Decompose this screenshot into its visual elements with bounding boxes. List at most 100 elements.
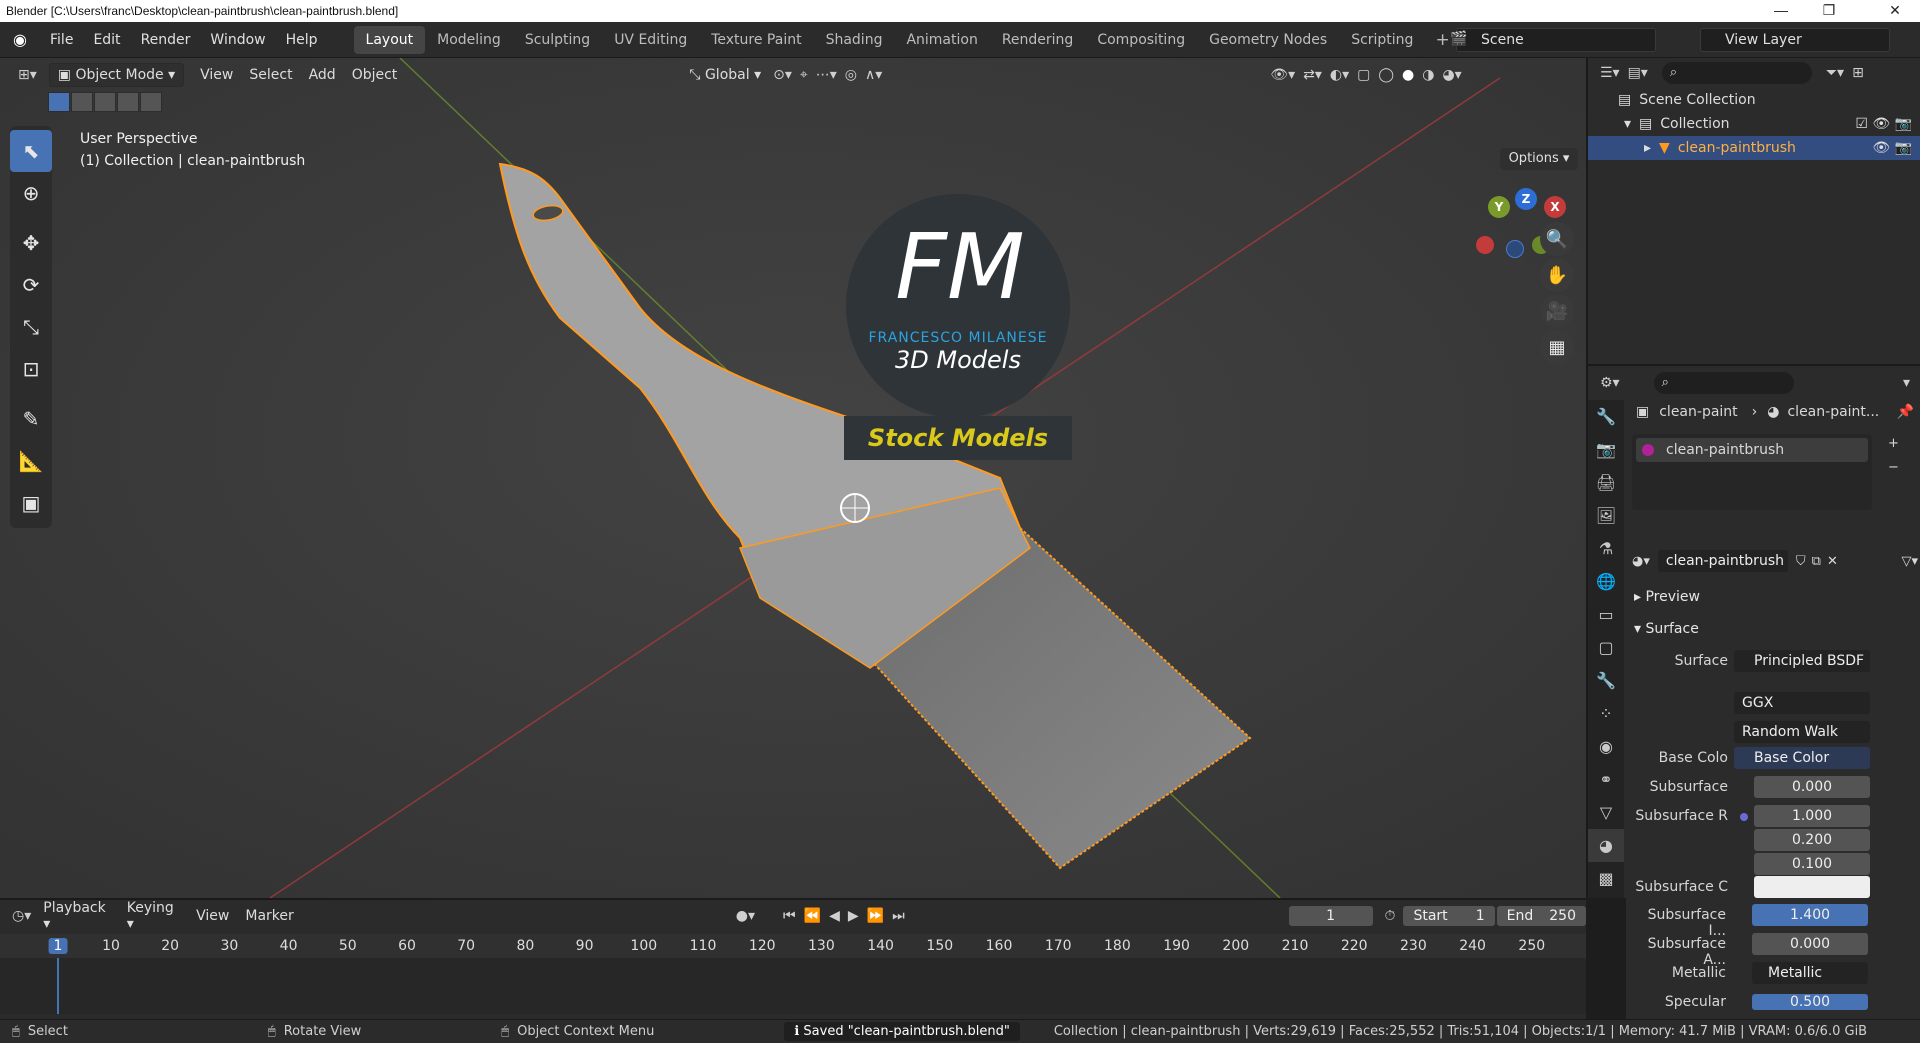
select-extend-icon[interactable] <box>71 92 93 112</box>
view-layer-selector[interactable]: View Layer <box>1700 28 1890 52</box>
snap-increment-icon[interactable]: ⋯▾ <box>812 67 841 83</box>
visibility-icon[interactable]: 👁▾ <box>1266 67 1299 83</box>
menu-select[interactable]: Select <box>241 64 300 86</box>
object-tab-icon[interactable]: ▢ <box>1588 631 1624 664</box>
proportional-edit-icon[interactable]: ◎ <box>841 67 861 83</box>
duplicate-material-icon[interactable]: ⧉ <box>1812 554 1821 569</box>
timeline-ruler[interactable]: 1 10 20 30 40 50 60 70 80 90 100 110 120 130 140 150 160… <box>0 934 1586 958</box>
gizmo-z-axis[interactable]: Z <box>1515 188 1537 210</box>
gizmo-neg-x[interactable] <box>1476 236 1494 254</box>
material-shading-icon[interactable]: ◑ <box>1418 67 1438 83</box>
scene-tab-icon[interactable]: ⚗ <box>1588 532 1624 565</box>
menu-view[interactable]: View <box>192 64 241 86</box>
specular-field[interactable]: 0.500 <box>1752 994 1868 1010</box>
tab-animation[interactable]: Animation <box>894 26 989 54</box>
object-visibility-icon[interactable]: 👁 📷 <box>1872 140 1912 156</box>
filter-icon[interactable]: ⏷▾ <box>1822 65 1848 81</box>
collection-checkbox-icon[interactable]: ☑ 👁 📷 <box>1855 116 1912 132</box>
tab-scripting[interactable]: Scripting <box>1339 26 1425 54</box>
physics-tab-icon[interactable]: ◉ <box>1588 730 1624 763</box>
camera-view-icon[interactable]: 🎥 <box>1540 294 1574 328</box>
jump-end-icon[interactable]: ⏭ <box>888 908 909 924</box>
outliner-editor-icon[interactable]: ☰▾ <box>1596 65 1624 81</box>
material-slot-item[interactable]: clean-paintbrush <box>1636 438 1868 462</box>
material-browse-icon[interactable]: ◕▾ <box>1632 554 1650 569</box>
minimize-button[interactable]: — <box>1758 0 1804 22</box>
subsurface-radius-z[interactable]: 0.100 <box>1754 853 1870 875</box>
jump-start-icon[interactable]: ⏮ <box>779 908 800 924</box>
xray-icon[interactable]: ▢ <box>1353 67 1374 83</box>
add-slot-icon[interactable]: + <box>1888 436 1899 451</box>
menu-timeline-view[interactable]: View <box>188 905 237 927</box>
outliner-row-collection[interactable]: ▾ ▤ Collection ☑ 👁 📷 <box>1588 112 1920 136</box>
snap-icon[interactable]: ⌖ <box>796 67 812 83</box>
tab-layout[interactable]: Layout <box>353 25 426 54</box>
menu-add[interactable]: Add <box>301 64 344 86</box>
3d-viewport[interactable]: FM FRANCESCO MILANESE 3D Models Stock Mo… <box>0 58 1586 898</box>
texture-tab-icon[interactable]: ▩ <box>1588 862 1624 895</box>
gizmo-toggle-icon[interactable]: ⇄▾ <box>1299 67 1326 83</box>
subsurface-radius-x[interactable]: 1.000 <box>1754 805 1870 827</box>
fake-user-icon[interactable]: ⛉ <box>1796 554 1806 569</box>
menu-playback[interactable]: Playback ▾ <box>35 897 118 935</box>
gizmo-neg-z[interactable] <box>1506 240 1524 258</box>
metallic-field[interactable]: Metallic <box>1752 962 1868 984</box>
select-intersect-icon[interactable] <box>140 92 162 112</box>
overlay-toggle-icon[interactable]: ◐▾ <box>1326 67 1353 83</box>
menu-object[interactable]: Object <box>344 64 406 86</box>
subsurface-anisotropy-field[interactable]: 0.000 <box>1752 933 1868 955</box>
transform-tool-icon[interactable]: ⊡ <box>10 348 52 390</box>
scale-tool-icon[interactable]: ⤡ <box>10 306 52 348</box>
gizmo-y-axis[interactable]: Y <box>1488 196 1510 218</box>
options-button[interactable]: Options ▾ <box>1500 148 1578 170</box>
timeline-tracks[interactable] <box>0 958 1586 1014</box>
zoom-icon[interactable]: 🔍 <box>1540 222 1574 256</box>
timeline-editor-icon[interactable]: ◷▾ <box>8 908 35 924</box>
display-mode-icon[interactable]: ▤▾ <box>1624 65 1652 81</box>
surface-section[interactable]: ▾ Surface <box>1634 616 1914 642</box>
tab-modeling[interactable]: Modeling <box>425 26 513 54</box>
blender-logo-icon[interactable]: ◉ <box>0 30 40 49</box>
menu-window[interactable]: Window <box>200 32 275 48</box>
gizmo-x-axis[interactable]: X <box>1544 196 1566 218</box>
mode-selector[interactable]: ▣ Object Mode ▾ <box>48 63 185 87</box>
menu-marker[interactable]: Marker <box>237 905 301 927</box>
preview-section[interactable]: ▸ Preview <box>1634 584 1914 610</box>
prev-keyframe-icon[interactable]: ⏪ <box>800 908 825 924</box>
current-frame-field[interactable]: 1 <box>1288 906 1373 926</box>
subsurface-radius-y[interactable]: 0.200 <box>1754 829 1870 851</box>
measure-tool-icon[interactable]: 📐 <box>10 440 52 482</box>
falloff-icon[interactable]: ∧▾ <box>861 67 886 83</box>
tab-rendering[interactable]: Rendering <box>990 26 1086 54</box>
tab-uv-editing[interactable]: UV Editing <box>602 26 699 54</box>
material-tab-icon[interactable]: ◕ <box>1588 829 1624 862</box>
add-cube-tool-icon[interactable]: ▣ <box>10 482 52 524</box>
orientation-selector[interactable]: ⤡ Global ▾ <box>681 64 769 86</box>
properties-editor-icon[interactable]: ⚙▾ <box>1596 375 1624 391</box>
new-collection-icon[interactable]: ⊞ <box>1848 65 1868 81</box>
select-subtract-icon[interactable] <box>94 92 116 112</box>
select-new-icon[interactable] <box>48 92 70 112</box>
remove-slot-icon[interactable]: − <box>1888 460 1899 475</box>
play-reverse-icon[interactable]: ◀ <box>825 908 844 924</box>
maximize-button[interactable]: ❐ <box>1806 0 1852 22</box>
start-frame-field[interactable]: Start 1 <box>1403 906 1495 926</box>
data-tab-icon[interactable]: ▽ <box>1588 796 1624 829</box>
outliner-row-object[interactable]: ▸ ▼ clean-paintbrush 👁 📷 <box>1588 136 1920 160</box>
tab-shading[interactable]: Shading <box>814 26 895 54</box>
material-slot-list[interactable]: clean-paintbrush <box>1632 434 1872 510</box>
annotate-tool-icon[interactable]: ✎ <box>10 398 52 440</box>
outliner-row-scene-collection[interactable]: ▤ Scene Collection <box>1588 88 1920 112</box>
collection-tab-icon[interactable]: ▭ <box>1588 598 1624 631</box>
particles-tab-icon[interactable]: ⁘ <box>1588 697 1624 730</box>
menu-help[interactable]: Help <box>276 32 328 48</box>
tab-sculpting[interactable]: Sculpting <box>513 26 602 54</box>
base-color-field[interactable]: Base Color <box>1734 747 1870 769</box>
record-icon[interactable]: ●▾ <box>732 908 759 924</box>
menu-file[interactable]: File <box>40 32 83 48</box>
unlink-material-icon[interactable]: ✕ <box>1827 554 1838 569</box>
select-invert-icon[interactable] <box>117 92 139 112</box>
preview-range-icon[interactable]: ⏱ <box>1381 908 1400 924</box>
tool-tab-icon[interactable]: 🔧 <box>1588 400 1624 433</box>
expand-arrow-icon[interactable]: ▾ <box>1624 116 1631 132</box>
